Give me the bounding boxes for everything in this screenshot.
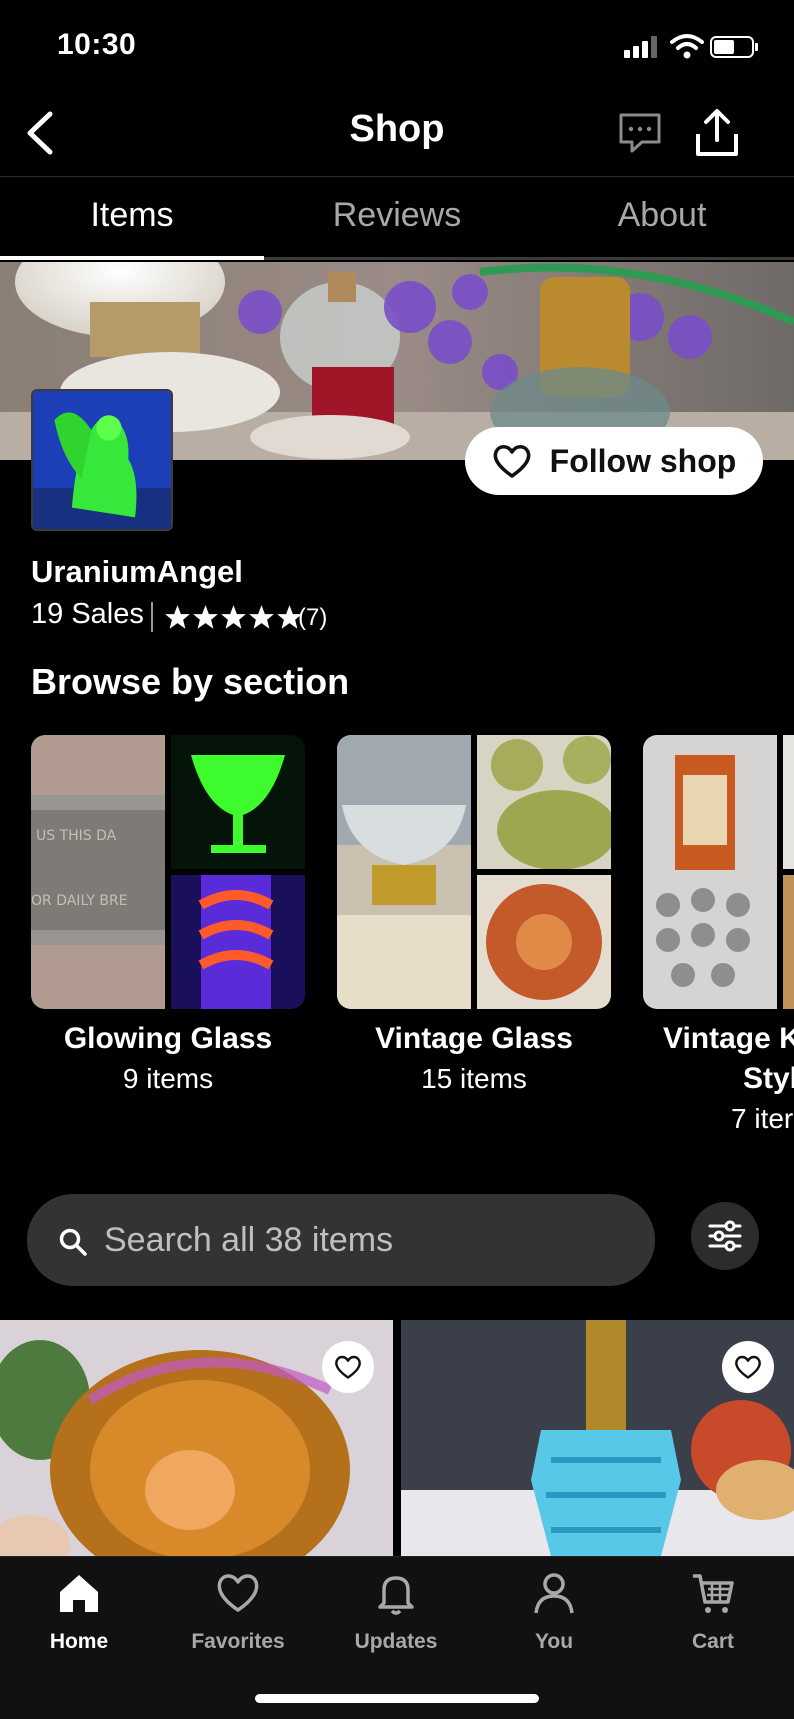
tabbar-label: Cart — [691, 1630, 734, 1653]
share-icon[interactable] — [694, 108, 740, 158]
section-item-count: 15 items — [421, 1063, 527, 1094]
section-thumbnail — [477, 875, 611, 1009]
tab-reviews[interactable]: Reviews — [265, 196, 529, 246]
active-tab-indicator — [0, 256, 264, 260]
sliders-icon — [708, 1220, 742, 1252]
person-icon — [534, 1573, 574, 1614]
shop-logo — [31, 389, 173, 531]
favorite-button[interactable] — [722, 1341, 774, 1393]
section-card-glowing-glass[interactable]: US THIS DA OR DAILY BRE — [31, 735, 305, 1009]
svg-text:US THIS DA: US THIS DA — [36, 828, 117, 844]
section-title[interactable]: Vintage K — [643, 1022, 794, 1056]
listing-card[interactable] — [401, 1320, 794, 1556]
section-title-line2: Styl — [743, 1062, 794, 1095]
star-icon — [165, 605, 190, 629]
tabbar-favorites[interactable]: Favorites — [178, 1570, 298, 1654]
tabbar-you[interactable]: You — [494, 1570, 614, 1654]
heart-icon — [217, 1574, 259, 1612]
rating-count[interactable]: (7) — [298, 604, 327, 632]
section-thumbnail — [171, 875, 305, 1009]
section-item-count: 7 iter — [731, 1103, 794, 1134]
tabbar-home[interactable]: Home — [19, 1570, 139, 1654]
tab-about[interactable]: About — [530, 196, 794, 246]
heart-icon — [735, 1355, 761, 1379]
section-title[interactable]: Vintage Glass — [337, 1022, 611, 1056]
star-rating[interactable] — [164, 604, 303, 631]
follow-shop-button[interactable]: Follow shop — [465, 427, 763, 495]
favorite-button[interactable] — [322, 1341, 374, 1393]
divider — [151, 602, 153, 632]
cart-icon — [693, 1574, 734, 1613]
tabbar-label: Favorites — [191, 1630, 285, 1653]
filter-button[interactable] — [691, 1202, 759, 1270]
browse-section-heading: Browse by section — [31, 661, 350, 702]
tab-items[interactable]: Items — [0, 196, 264, 246]
svg-text:OR DAILY BRE: OR DAILY BRE — [31, 893, 128, 909]
tabbar-label: Home — [49, 1630, 109, 1653]
header-divider — [0, 176, 794, 177]
heart-icon — [335, 1355, 361, 1379]
bell-icon — [378, 1576, 414, 1615]
signal-icon — [624, 36, 657, 58]
section-thumbnail — [171, 735, 305, 869]
section-thumbnail — [477, 735, 611, 869]
listing-card[interactable] — [0, 1320, 393, 1556]
section-thumbnail: US THIS DA OR DAILY BRE — [31, 735, 165, 1009]
status-time: 10:30 — [57, 28, 137, 61]
star-icon — [249, 605, 274, 629]
section-thumbnail — [783, 875, 794, 1009]
tabbar-cart[interactable]: Cart — [653, 1570, 773, 1654]
sales-count: 19 Sales — [31, 598, 144, 630]
section-title[interactable]: Glowing Glass — [31, 1022, 305, 1056]
section-card-vintage-glass[interactable] — [337, 735, 611, 1009]
star-icon — [193, 605, 218, 629]
follow-shop-label: Follow shop — [549, 442, 737, 479]
shop-name[interactable]: UraniumAngel — [31, 554, 243, 590]
section-thumbnail — [643, 735, 777, 1009]
section-item-count: 9 items — [122, 1063, 214, 1094]
message-icon[interactable] — [618, 112, 662, 154]
tabbar-label: You — [534, 1630, 574, 1653]
section-thumbnail — [337, 735, 471, 1009]
page-title: Shop — [349, 108, 445, 150]
battery-icon — [710, 36, 758, 58]
section-card-vintage-kitchen[interactable] — [643, 735, 794, 1009]
home-indicator[interactable] — [255, 1694, 539, 1703]
search-input[interactable] — [104, 1218, 624, 1262]
search-icon — [59, 1228, 87, 1256]
tabbar-updates[interactable]: Updates — [336, 1570, 456, 1654]
wifi-icon — [670, 34, 704, 59]
home-icon — [60, 1575, 98, 1612]
star-icon — [221, 605, 246, 629]
tabbar-label: Updates — [354, 1630, 438, 1653]
heart-icon — [493, 445, 531, 478]
section-thumbnail — [783, 735, 794, 869]
